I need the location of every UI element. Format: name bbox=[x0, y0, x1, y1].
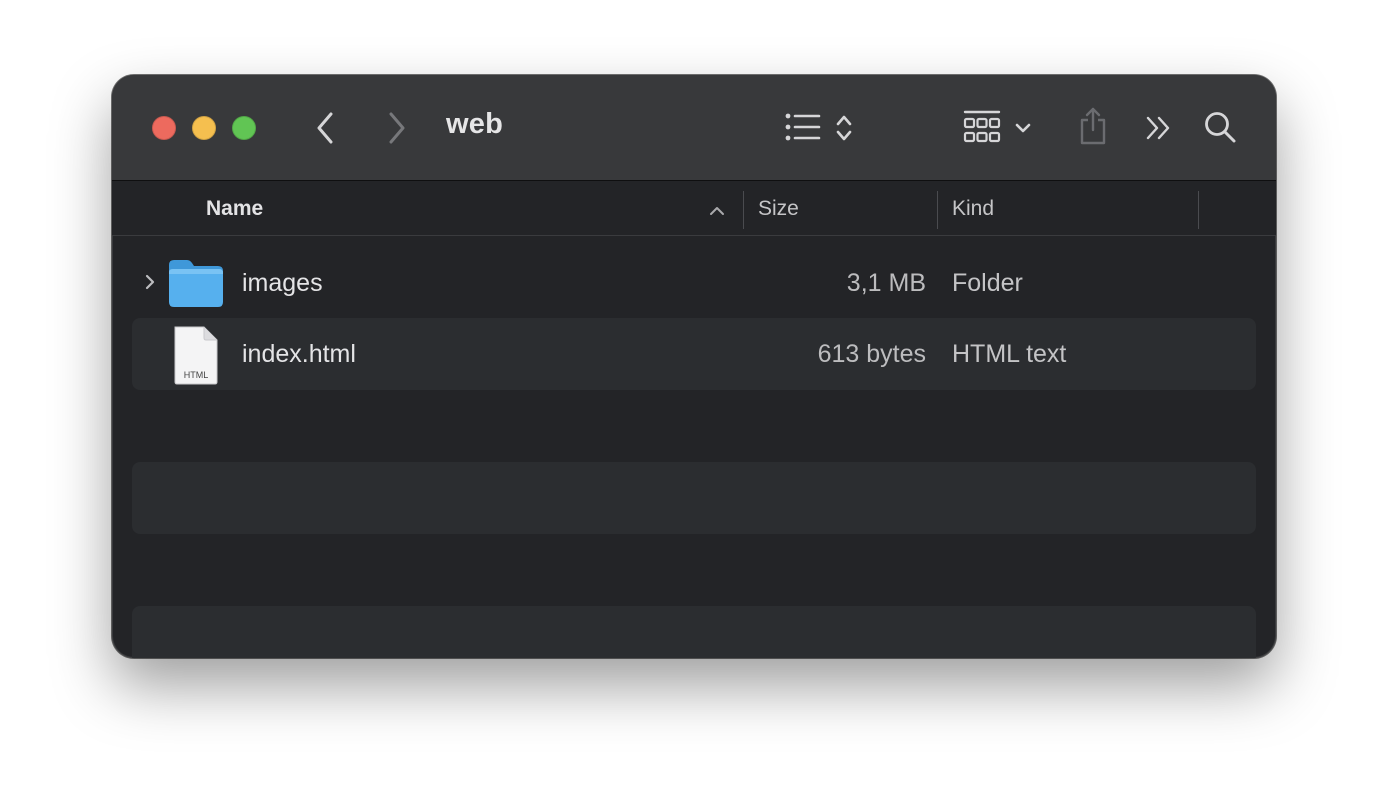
more-icon[interactable] bbox=[1144, 113, 1174, 143]
close-button[interactable] bbox=[152, 116, 176, 140]
file-size: 613 bytes bbox=[817, 340, 926, 368]
back-icon[interactable] bbox=[310, 109, 340, 147]
list-view-icon[interactable] bbox=[784, 111, 822, 143]
column-divider[interactable] bbox=[1198, 191, 1199, 229]
sort-ascending-icon[interactable] bbox=[709, 203, 725, 221]
minimize-button[interactable] bbox=[192, 116, 216, 140]
forward-icon[interactable] bbox=[382, 109, 412, 147]
file-name: index.html bbox=[242, 340, 356, 368]
empty-row-stripe bbox=[132, 606, 1256, 658]
file-row-images[interactable]: images 3,1 MB Folder bbox=[132, 247, 1256, 319]
share-icon[interactable] bbox=[1076, 105, 1110, 147]
column-kind-header[interactable]: Kind bbox=[952, 197, 994, 221]
file-kind: HTML text bbox=[952, 340, 1067, 368]
zoom-button[interactable] bbox=[232, 116, 256, 140]
sort-stepper-icon[interactable] bbox=[833, 111, 855, 145]
html-file-icon: HTML bbox=[172, 324, 220, 391]
window-title: web bbox=[446, 108, 503, 140]
search-icon[interactable] bbox=[1202, 109, 1238, 145]
empty-row-stripe bbox=[132, 462, 1256, 534]
file-kind: Folder bbox=[952, 269, 1023, 297]
column-size-header[interactable]: Size bbox=[758, 197, 799, 221]
disclosure-triangle-icon[interactable] bbox=[144, 273, 156, 296]
column-name-header[interactable]: Name bbox=[206, 197, 263, 221]
file-row-index-html[interactable]: HTML index.html 613 bytes HTML text bbox=[132, 318, 1256, 390]
file-size: 3,1 MB bbox=[846, 269, 926, 297]
html-file-icon-label: HTML bbox=[183, 370, 209, 380]
column-divider[interactable] bbox=[743, 191, 744, 229]
column-divider[interactable] bbox=[937, 191, 938, 229]
file-name: images bbox=[242, 269, 323, 297]
chevron-down-icon[interactable] bbox=[1013, 119, 1033, 137]
grid-view-icon[interactable] bbox=[962, 109, 1002, 147]
column-header: Name Size Kind bbox=[112, 181, 1276, 236]
folder-icon bbox=[166, 257, 226, 314]
finder-window: web Name Size Kind images 3,1 MB Folder … bbox=[112, 75, 1276, 658]
toolbar: web bbox=[112, 75, 1276, 181]
